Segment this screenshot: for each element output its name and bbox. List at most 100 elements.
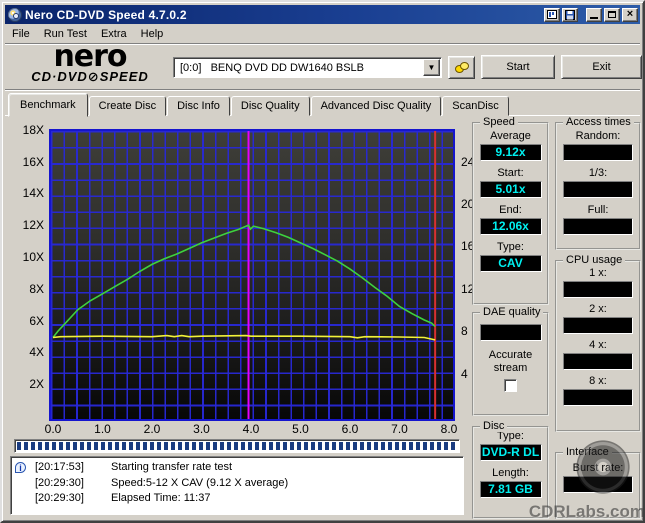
end-value: 12.06x — [479, 218, 542, 235]
start-label: Start: — [497, 167, 524, 179]
chart-curves — [52, 131, 437, 419]
info-icon: i — [15, 462, 26, 473]
series-rotation-speed — [52, 334, 436, 341]
close-icon: × — [626, 7, 634, 20]
cpu-2x-value — [563, 317, 633, 334]
maximize-button[interactable] — [604, 7, 620, 22]
start-value: 5.01x — [479, 181, 542, 198]
nero-logo: nero CD·DVD⊘SPEED — [10, 42, 170, 85]
disc-length-value: 7.81 GB — [479, 481, 542, 498]
series-read-speed-cav- — [52, 224, 436, 338]
disc-type-value: DVD-R DL — [479, 444, 542, 461]
minimize-icon — [590, 17, 598, 19]
log-entry: [20:29:30] Speed:5-12 X CAV (9.12 X avera… — [15, 476, 461, 491]
app-window: Nero CD-DVD Speed 4.7.0.2 × File Run Test… — [0, 0, 645, 523]
y-left-tick: 2X — [29, 377, 44, 392]
random-value — [563, 144, 633, 161]
dae-quality-value — [479, 324, 542, 341]
toolbar: nero CD·DVD⊘SPEED [0:0] BENQ DVD DD DW16… — [5, 42, 642, 89]
y-axis-left: 18X 16X 14X 12X 10X 8X 6X 4X 2X — [2, 123, 48, 419]
eject-tray-button[interactable] — [448, 56, 475, 79]
log-list[interactable]: i [20:17:53] Starting transfer rate test [2… — [10, 456, 464, 515]
log-message: Starting transfer rate test — [111, 461, 233, 473]
start-button[interactable]: Start — [481, 55, 555, 79]
maximize-icon — [608, 11, 616, 18]
nero-logo-subtitle: CD·DVD⊘SPEED — [31, 69, 149, 84]
tab-benchmark[interactable]: Benchmark — [8, 93, 88, 117]
menu-item-help[interactable]: Help — [134, 26, 171, 42]
divider — [5, 89, 640, 91]
average-value: 9.12x — [479, 144, 542, 161]
end-label: End: — [499, 204, 522, 216]
type-value: CAV — [479, 255, 542, 272]
log-timestamp: [20:17:53] — [35, 461, 84, 473]
panel-dae-quality: DAE quality Accurate stream — [472, 306, 549, 416]
save-icon — [565, 9, 575, 20]
title-bar[interactable]: Nero CD-DVD Speed 4.7.0.2 × — [5, 5, 640, 24]
x-axis: 0.0 1.0 2.0 3.0 4.0 5.0 6.0 7.0 8.0 — [45, 422, 458, 436]
close-button[interactable]: × — [622, 7, 638, 22]
log-message: Elapsed Time: 11:37 — [111, 492, 211, 504]
x-tick: 2.0 — [143, 422, 161, 436]
tab-advanced-disc-quality[interactable]: Advanced Disc Quality — [310, 96, 442, 116]
full-label: Full: — [587, 204, 609, 216]
y-left-tick: 14X — [22, 186, 44, 201]
tab-disc-info[interactable]: Disc Info — [167, 96, 230, 116]
report-icon — [547, 10, 557, 19]
panel-cpu-title: CPU usage — [563, 254, 626, 266]
y-right-tick: 4 — [461, 366, 468, 381]
app-cd-icon — [8, 7, 22, 22]
tab-scandisc[interactable]: ScanDisc — [442, 96, 509, 116]
panel-interface-title: Interface — [563, 446, 612, 458]
cpu-8x-label: 8 x: — [589, 375, 607, 387]
y-left-tick: 6X — [29, 313, 44, 328]
log-timestamp: [20:29:30] — [35, 477, 84, 489]
cpu-2x-label: 2 x: — [589, 303, 607, 315]
x-tick: 5.0 — [292, 422, 309, 436]
drive-select-value: [0:0] BENQ DVD DD DW1640 BSLB — [180, 61, 365, 74]
tab-strip: Benchmark Create Disc Disc Info Disc Qualit… — [8, 92, 640, 117]
benchmark-chart — [49, 129, 455, 421]
y-left-tick: 12X — [22, 218, 44, 233]
x-tick: 8.0 — [440, 422, 458, 436]
window-title: Nero CD-DVD Speed 4.7.0.2 — [25, 7, 187, 22]
minimize-button[interactable] — [586, 7, 602, 22]
panel-access-times: Access times Random: 1/3: Full: — [555, 116, 641, 250]
x-tick: 0.0 — [44, 422, 62, 436]
cpu-1x-value — [563, 281, 633, 298]
report-button[interactable] — [544, 7, 560, 22]
x-tick: 7.0 — [391, 422, 408, 436]
average-label: Average — [490, 130, 531, 142]
cpu-4x-label: 4 x: — [589, 339, 607, 351]
panel-cpu-usage: CPU usage 1 x: 2 x: 4 x: 8 x: — [555, 254, 641, 432]
progress-bar — [14, 439, 460, 453]
one-third-label: 1/3: — [588, 167, 608, 179]
menu-item-file[interactable]: File — [5, 26, 37, 42]
panel-dae-title: DAE quality — [480, 306, 544, 318]
drive-select[interactable]: [0:0] BENQ DVD DD DW1640 BSLB ▼ — [173, 57, 442, 78]
y-left-tick: 4X — [29, 345, 44, 360]
x-tick: 4.0 — [242, 422, 260, 436]
burst-rate-value — [563, 476, 633, 493]
random-label: Random: — [575, 130, 621, 142]
save-button[interactable] — [562, 7, 578, 22]
cpu-4x-value — [563, 353, 633, 370]
eject-disc-icon — [455, 61, 469, 74]
x-tick: 6.0 — [341, 422, 359, 436]
log-timestamp: [20:29:30] — [35, 492, 84, 504]
y-left-tick: 16X — [22, 154, 44, 169]
panel-interface: Interface Burst rate: — [555, 446, 641, 519]
accurate-stream-checkbox[interactable] — [504, 379, 517, 392]
exit-button[interactable]: Exit — [561, 55, 642, 79]
y-right-tick: 8 — [461, 324, 468, 339]
cpu-1x-label: 1 x: — [589, 267, 607, 279]
disc-length-label: Length: — [492, 467, 529, 479]
log-message: Speed:5-12 X CAV (9.12 X average) — [111, 477, 289, 489]
progress-bar-fill — [17, 442, 457, 450]
log-entry: [20:29:30] Elapsed Time: 11:37 — [15, 491, 461, 506]
x-tick: 3.0 — [193, 422, 210, 436]
tab-disc-quality[interactable]: Disc Quality — [230, 96, 310, 116]
full-value — [563, 218, 633, 235]
chevron-down-icon[interactable]: ▼ — [423, 59, 440, 76]
tab-create-disc[interactable]: Create Disc — [88, 96, 167, 116]
